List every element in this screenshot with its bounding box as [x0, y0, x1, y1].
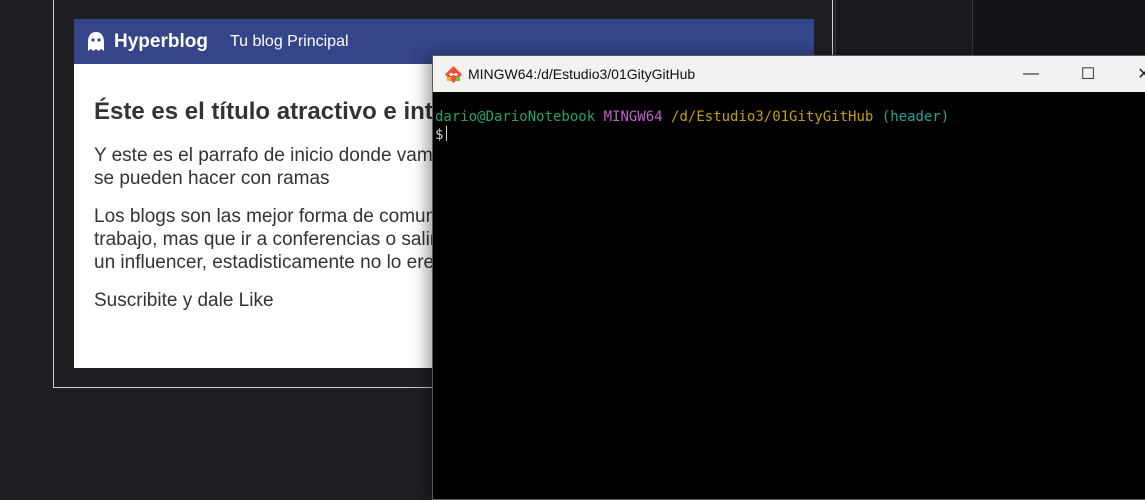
close-button[interactable]: ✕: [1121, 56, 1145, 92]
terminal-window[interactable]: MINGW64:/d/Estudio3/01GityGitHub — ☐ ✕ d…: [432, 55, 1145, 500]
prompt-system: MINGW64: [603, 109, 663, 125]
prompt-user-host: dario@DarioNotebook: [435, 109, 596, 125]
minimize-button[interactable]: —: [1008, 56, 1054, 92]
terminal-titlebar[interactable]: MINGW64:/d/Estudio3/01GityGitHub — ☐ ✕: [433, 56, 1145, 92]
nav-link-blog-principal[interactable]: Tu blog Principal: [230, 33, 349, 51]
prompt-symbol: $: [435, 127, 444, 143]
text-cursor: [446, 126, 448, 141]
blog-brand[interactable]: Hyperblog: [114, 31, 208, 53]
prompt-line: dario@DarioNotebook MINGW64 /d/Estudio3/…: [435, 109, 1145, 126]
input-line[interactable]: $: [435, 126, 1145, 144]
ghost-logo-icon: [88, 31, 104, 51]
git-bash-icon: [445, 65, 462, 83]
terminal-output[interactable]: dario@DarioNotebook MINGW64 /d/Estudio3/…: [433, 92, 1145, 144]
maximize-button[interactable]: ☐: [1065, 56, 1111, 92]
prompt-branch: (header): [881, 109, 950, 125]
prompt-path: /d/Estudio3/01GityGitHub: [671, 109, 874, 125]
terminal-title: MINGW64:/d/Estudio3/01GityGitHub: [468, 66, 696, 82]
